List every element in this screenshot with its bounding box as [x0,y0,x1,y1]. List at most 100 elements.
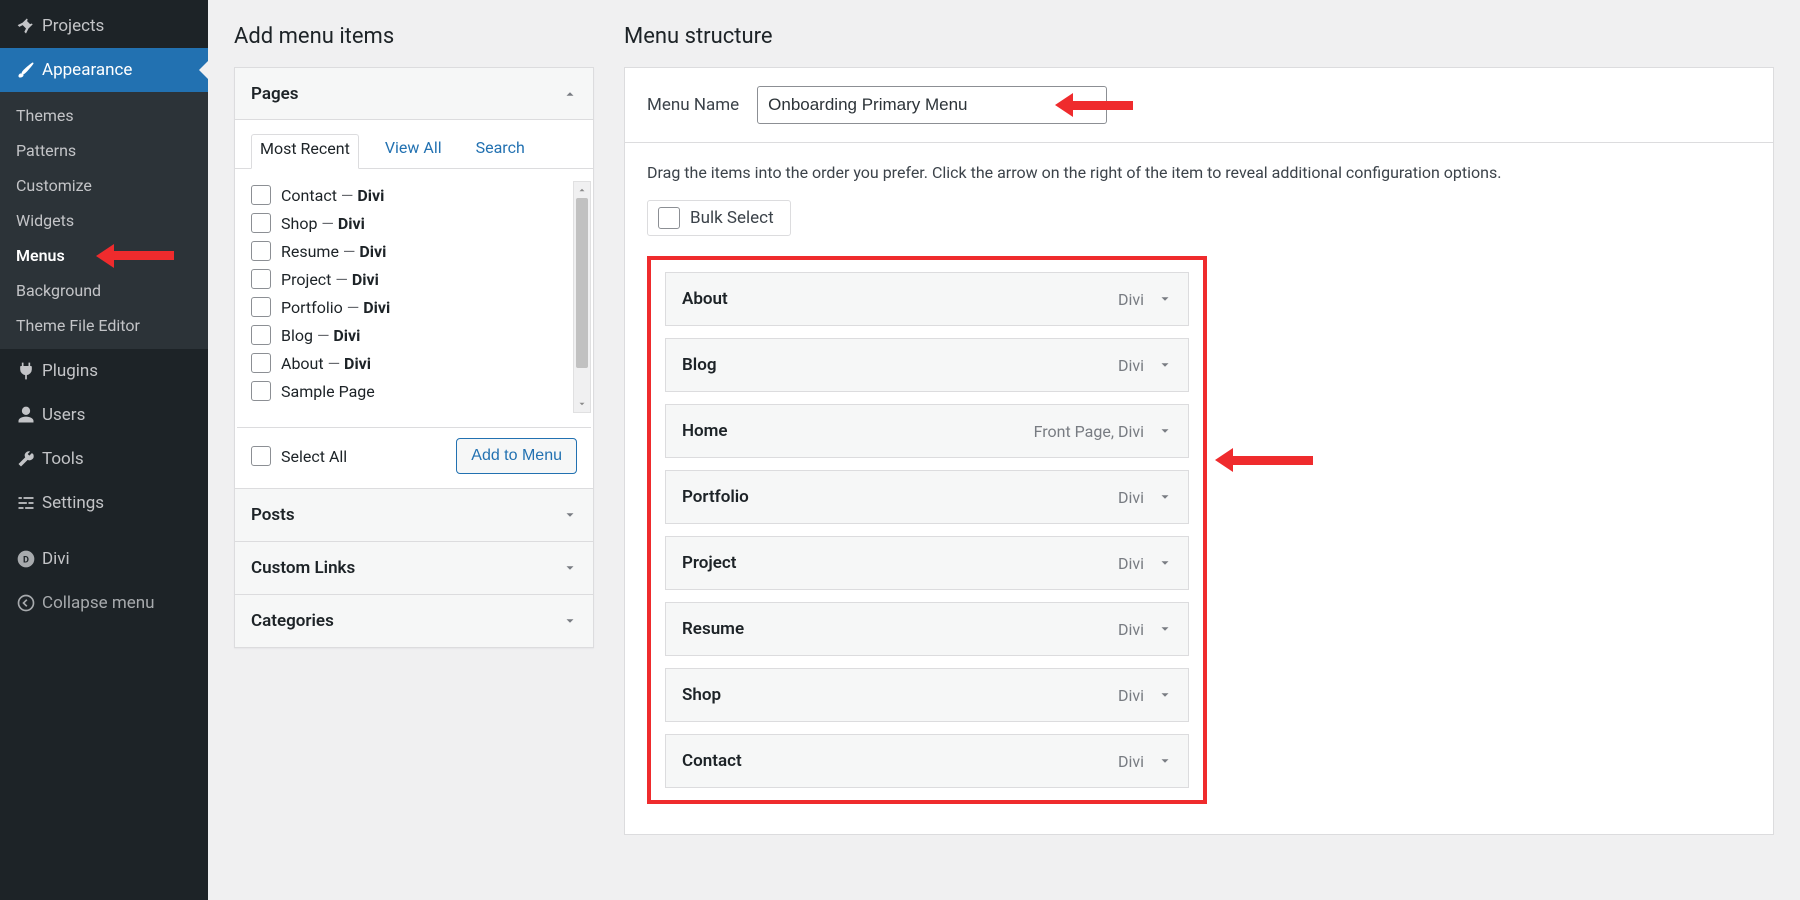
checkbox-icon [251,353,271,373]
page-checkbox-about[interactable]: About — Divi [251,349,591,377]
page-checkbox-sample-page[interactable]: Sample Page [251,377,591,405]
menu-item-type: Divi [1118,752,1144,771]
menu-name-input[interactable] [757,86,1107,124]
sidebar-item-divi[interactable]: D Divi [0,537,208,581]
menu-item-contact[interactable]: Contact Divi [665,734,1189,788]
metabox-heading: Posts [251,505,295,525]
menu-item-shop[interactable]: Shop Divi [665,668,1189,722]
custom-links-metabox-toggle[interactable]: Custom Links [235,542,593,594]
sidebar-subitem-theme-file-editor[interactable]: Theme File Editor [0,308,208,343]
chevron-down-icon[interactable] [1158,556,1172,570]
menu-item-name: Project [682,553,736,573]
add-to-menu-button[interactable]: Add to Menu [456,438,577,474]
sidebar-subitem-patterns[interactable]: Patterns [0,133,208,168]
sidebar-subitem-customize[interactable]: Customize [0,168,208,203]
sidebar-item-label: Collapse menu [42,593,155,613]
categories-metabox: Categories [234,595,594,648]
categories-metabox-toggle[interactable]: Categories [235,595,593,647]
user-icon [16,405,42,425]
tab-most-recent[interactable]: Most Recent [251,134,359,169]
chevron-down-icon[interactable] [1158,490,1172,504]
checkbox-icon [251,381,271,401]
menu-item-name: Contact [682,751,742,771]
menu-item-resume[interactable]: Resume Divi [665,602,1189,656]
menu-structure-column: Menu structure Menu Name Drag the items … [624,0,1774,835]
sidebar-subitem-widgets[interactable]: Widgets [0,203,208,238]
posts-metabox: Posts [234,489,594,542]
menu-item-type: Divi [1118,488,1144,507]
checkbox-icon [251,241,271,261]
chevron-down-icon [563,508,577,522]
page-checkbox-contact[interactable]: Contact — Divi [251,181,591,209]
bulk-select-button[interactable]: Bulk Select [647,200,791,236]
sidebar-item-users[interactable]: Users [0,393,208,437]
menu-item-blog[interactable]: Blog Divi [665,338,1189,392]
chevron-down-icon [563,561,577,575]
page-checkbox-project[interactable]: Project — Divi [251,265,591,293]
menu-item-about[interactable]: About Divi [665,272,1189,326]
pages-checklist: Contact — Divi Shop — Divi Resume — Divi [251,181,591,413]
page-checkbox-resume[interactable]: Resume — Divi [251,237,591,265]
page-checkbox-shop[interactable]: Shop — Divi [251,209,591,237]
menu-item-portfolio[interactable]: Portfolio Divi [665,470,1189,524]
wrench-icon [16,449,42,469]
sidebar-item-appearance[interactable]: Appearance [0,48,208,92]
appearance-submenu: Themes Patterns Customize Widgets Menus … [0,92,208,349]
sidebar-subitem-menus[interactable]: Menus [0,238,208,273]
sidebar-item-label: Users [42,405,85,425]
chevron-down-icon[interactable] [1158,754,1172,768]
menu-item-name: Shop [682,685,721,705]
menu-item-name: Blog [682,355,717,375]
menu-item-home[interactable]: Home Front Page, Divi [665,404,1189,458]
collapse-menu-button[interactable]: Collapse menu [0,581,208,625]
chevron-down-icon[interactable] [1158,622,1172,636]
menu-item-type: Divi [1118,554,1144,573]
tab-view-all[interactable]: View All [377,134,450,169]
sidebar-subitem-themes[interactable]: Themes [0,98,208,133]
annotation-arrow-icon [1215,448,1313,472]
svg-text:D: D [23,555,29,565]
admin-sidebar: Projects Appearance Themes Patterns Cust… [0,0,208,900]
tab-search[interactable]: Search [468,134,533,169]
chevron-down-icon[interactable] [1158,424,1172,438]
page-checkbox-portfolio[interactable]: Portfolio — Divi [251,293,591,321]
brush-icon [16,60,42,80]
checkbox-icon [251,446,271,466]
page-checkbox-blog[interactable]: Blog — Divi [251,321,591,349]
metabox-heading: Categories [251,611,334,631]
chevron-down-icon[interactable] [1158,358,1172,372]
menu-item-project[interactable]: Project Divi [665,536,1189,590]
scroll-up-icon [574,182,590,198]
checkbox-icon [251,213,271,233]
pages-metabox: Pages Most Recent View All Search [234,67,594,489]
bulk-select-label: Bulk Select [690,208,774,228]
annotation-arrow-icon [96,244,174,268]
checkbox-icon [658,207,680,229]
sidebar-item-label: Projects [42,16,104,36]
menu-item-type: Divi [1118,620,1144,639]
sidebar-item-label: Divi [42,549,70,569]
menu-item-name: Resume [682,619,744,639]
select-all-checkbox[interactable]: Select All [251,446,347,466]
menu-item-name: About [682,289,728,309]
sidebar-item-plugins[interactable]: Plugins [0,349,208,393]
sidebar-item-projects[interactable]: Projects [0,4,208,48]
menu-items-box: About Divi Blog Divi H [647,256,1207,804]
sidebar-subitem-background[interactable]: Background [0,273,208,308]
checkbox-icon [251,325,271,345]
pages-metabox-toggle[interactable]: Pages [235,68,593,120]
menu-item-name: Home [682,421,728,441]
menu-name-row: Menu Name [624,67,1774,142]
scrollbar-thumb[interactable] [576,198,588,368]
posts-metabox-toggle[interactable]: Posts [235,489,593,541]
sidebar-item-tools[interactable]: Tools [0,437,208,481]
add-menu-items-title: Add menu items [234,0,594,67]
sidebar-item-settings[interactable]: Settings [0,481,208,525]
checklist-scrollbar[interactable] [573,181,591,413]
chevron-down-icon[interactable] [1158,292,1172,306]
menu-item-type: Front Page, Divi [1034,422,1144,441]
structure-instructions: Drag the items into the order you prefer… [647,163,1751,182]
pin-icon [16,16,42,36]
custom-links-metabox: Custom Links [234,542,594,595]
chevron-down-icon[interactable] [1158,688,1172,702]
